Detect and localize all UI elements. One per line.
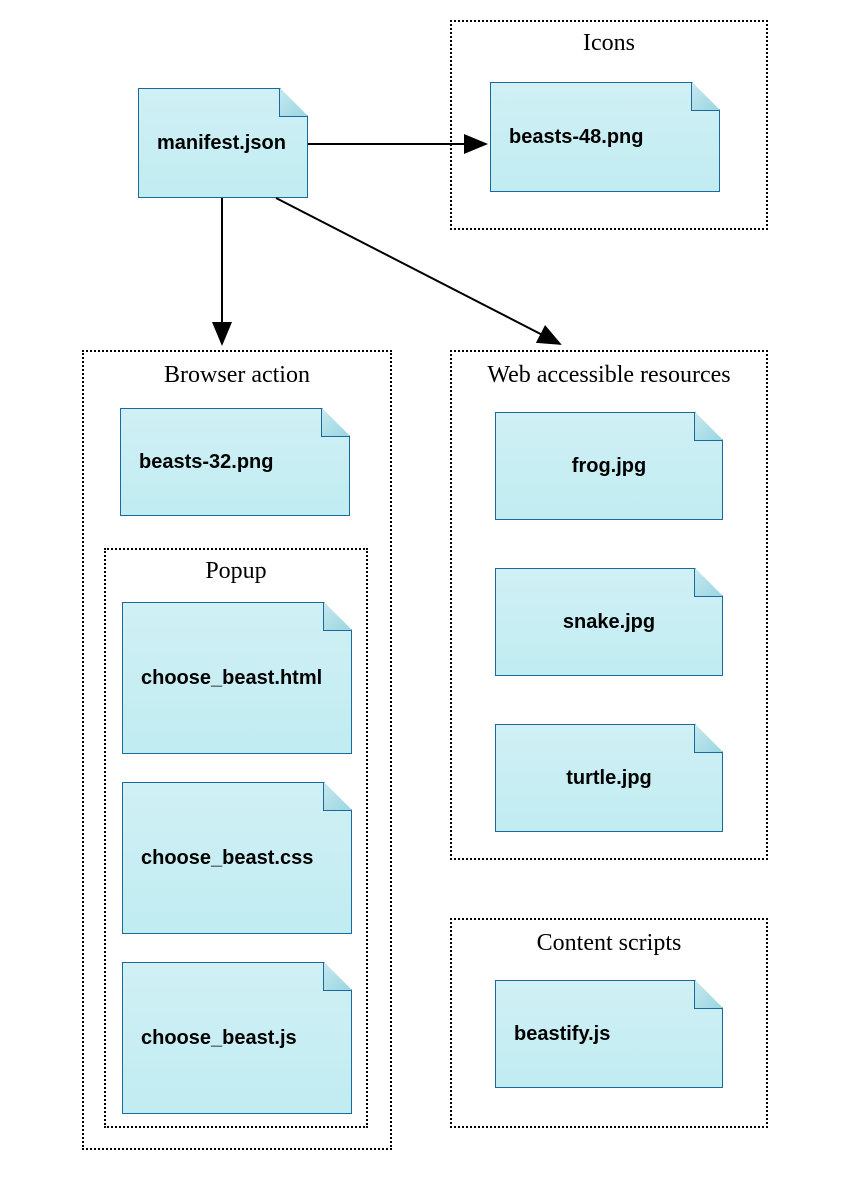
page-fold-icon xyxy=(691,83,719,111)
page-fold-icon xyxy=(323,783,351,811)
page-fold-icon xyxy=(694,413,722,441)
file-turtle: turtle.jpg xyxy=(495,724,723,832)
file-beasts-32: beasts-32.png xyxy=(120,408,350,516)
file-frog: frog.jpg xyxy=(495,412,723,520)
file-snake: snake.jpg xyxy=(495,568,723,676)
page-fold-icon xyxy=(694,569,722,597)
file-label: choose_beast.html xyxy=(141,667,322,690)
file-choose-html: choose_beast.html xyxy=(122,602,352,754)
group-label-popup: Popup xyxy=(104,558,368,585)
page-fold-icon xyxy=(279,89,307,117)
diagram-canvas: manifest.json Icons beasts-48.png Browse… xyxy=(0,0,860,1200)
file-label: beasts-48.png xyxy=(509,126,643,149)
file-label: beastify.js xyxy=(514,1023,610,1046)
group-label-content-scripts: Content scripts xyxy=(450,930,768,957)
file-label: choose_beast.js xyxy=(141,1027,297,1050)
file-beasts-48: beasts-48.png xyxy=(490,82,720,192)
file-choose-js: choose_beast.js xyxy=(122,962,352,1114)
page-fold-icon xyxy=(323,963,351,991)
file-beastify: beastify.js xyxy=(495,980,723,1088)
file-label: turtle.jpg xyxy=(566,767,652,790)
group-label-icons: Icons xyxy=(450,30,768,57)
file-label: frog.jpg xyxy=(572,455,646,478)
page-fold-icon xyxy=(694,981,722,1009)
file-label: choose_beast.css xyxy=(141,847,313,870)
file-choose-css: choose_beast.css xyxy=(122,782,352,934)
page-fold-icon xyxy=(321,409,349,437)
file-label: snake.jpg xyxy=(563,611,655,634)
file-manifest: manifest.json xyxy=(138,88,308,198)
group-label-war: Web accessible resources xyxy=(450,362,768,389)
page-fold-icon xyxy=(323,603,351,631)
file-label: beasts-32.png xyxy=(139,451,273,474)
file-label: manifest.json xyxy=(157,132,286,155)
group-label-browser-action: Browser action xyxy=(82,362,392,389)
page-fold-icon xyxy=(694,725,722,753)
